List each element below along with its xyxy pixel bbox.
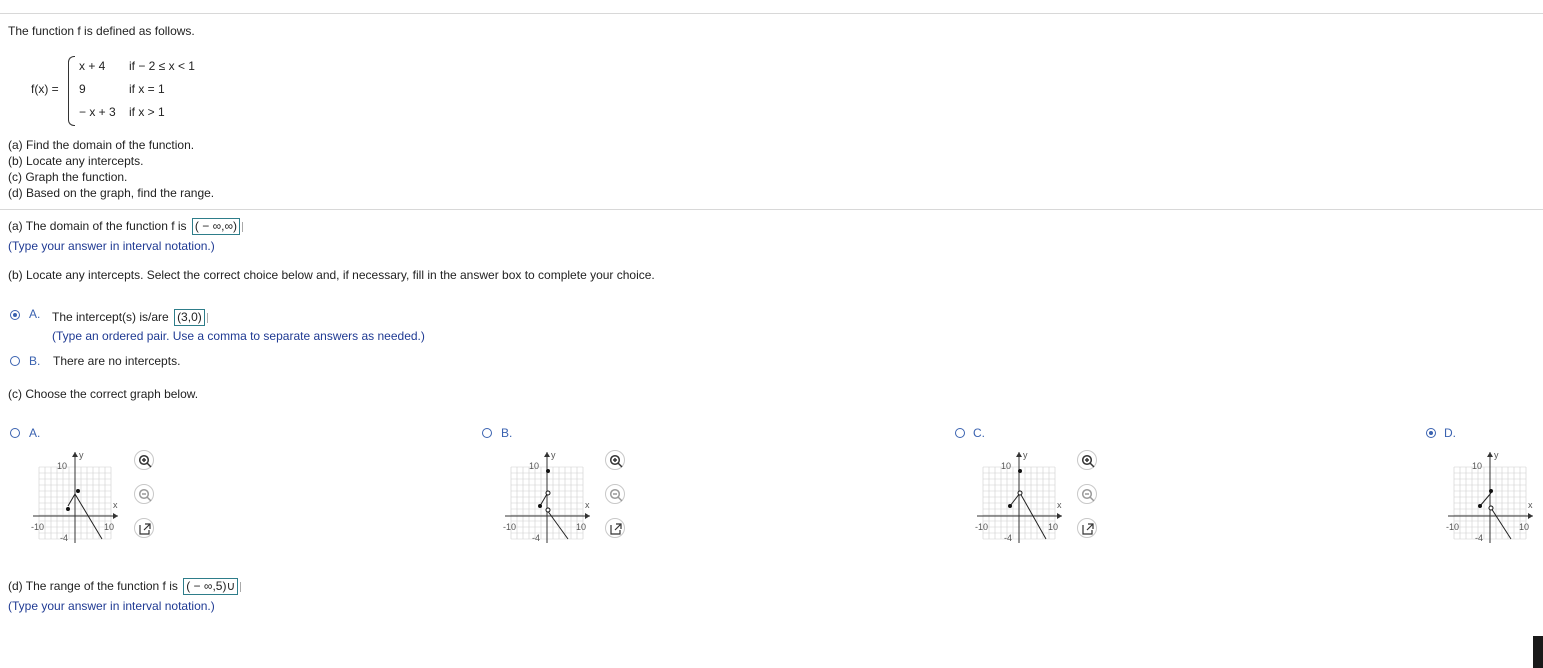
intercept-choice-b-text: There are no intercepts. bbox=[53, 354, 181, 368]
piece-2-expr: 9 bbox=[79, 82, 86, 96]
graph-a-ymin: -4 bbox=[60, 533, 69, 543]
part-a-prompt: (a) The domain of the function f is bbox=[8, 219, 187, 233]
graph-c bbox=[977, 452, 1062, 543]
graph-c-xmin: -10 bbox=[975, 522, 989, 532]
part-b-prompt: (b) Locate any intercepts. Select the co… bbox=[8, 268, 655, 282]
graph-d-yname: y bbox=[1494, 450, 1499, 460]
graph-d-xname: x bbox=[1528, 500, 1533, 510]
graph-b-popout-button[interactable] bbox=[605, 518, 625, 538]
graph-a-popout-button[interactable] bbox=[134, 518, 154, 538]
graph-a-xname: x bbox=[113, 500, 118, 510]
part-d-hint: (Type your answer in interval notation.) bbox=[8, 599, 215, 613]
zoom-out-icon bbox=[138, 488, 152, 502]
graph-choice-d-radio[interactable] bbox=[1426, 428, 1436, 438]
graph-a-zoom-in-button[interactable] bbox=[134, 450, 154, 470]
piece-1-expr: x + 4 bbox=[79, 59, 106, 73]
graph-c-zoom-in-button[interactable] bbox=[1077, 450, 1097, 470]
part-d-prompt: (d) The range of the function f is bbox=[8, 579, 178, 593]
zoom-out-icon bbox=[609, 488, 623, 502]
graph-choice-d-letter: D. bbox=[1444, 426, 1456, 440]
graph-choice-c-radio[interactable] bbox=[955, 428, 965, 438]
graph-d bbox=[1448, 452, 1533, 543]
zoom-in-icon bbox=[609, 454, 623, 468]
intercept-choice-a-letter: A. bbox=[29, 307, 41, 321]
piece-3-expr: − x + 3 bbox=[79, 105, 116, 119]
graph-a bbox=[33, 452, 118, 543]
intercept-choice-a-radio[interactable] bbox=[10, 310, 20, 320]
intercept-choice-b-radio[interactable] bbox=[10, 356, 20, 366]
piecewise-brace bbox=[68, 56, 75, 126]
task-b: (b) Locate any intercepts. bbox=[8, 154, 144, 168]
zoom-out-icon bbox=[1081, 488, 1095, 502]
graph-choice-b-letter: B. bbox=[501, 426, 513, 440]
graph-a-xmin: -10 bbox=[31, 522, 45, 532]
task-c: (c) Graph the function. bbox=[8, 170, 128, 184]
graph-d-xmin: -10 bbox=[1446, 522, 1460, 532]
intercept-answer-box[interactable]: (3,0) bbox=[174, 309, 205, 326]
range-answer-box[interactable]: ( − ∞,5)∪ bbox=[183, 578, 239, 595]
part-a-row: (a) The domain of the function f is ( − … bbox=[8, 218, 244, 235]
scrollbar-thumb[interactable] bbox=[1533, 636, 1543, 668]
answer-caret bbox=[206, 312, 208, 323]
graph-b-yname: y bbox=[551, 450, 556, 460]
graph-c-popout-button[interactable] bbox=[1077, 518, 1097, 538]
pop-out-icon bbox=[1082, 523, 1094, 535]
intercept-choice-a-hint: (Type an ordered pair. Use a comma to se… bbox=[52, 329, 425, 343]
graph-c-zoom-out-button[interactable] bbox=[1077, 484, 1097, 504]
question-divider bbox=[0, 209, 1543, 210]
intercept-choice-a-text: The intercept(s) is/are bbox=[52, 310, 169, 324]
graph-d-ymax: 10 bbox=[1472, 461, 1483, 471]
intercept-choice-b-letter: B. bbox=[29, 354, 41, 368]
task-d: (d) Based on the graph, find the range. bbox=[8, 186, 215, 200]
graph-d-xmax: 10 bbox=[1519, 522, 1530, 532]
graph-b-xname: x bbox=[585, 500, 590, 510]
part-a-hint: (Type your answer in interval notation.) bbox=[8, 239, 215, 253]
graph-choice-a-letter: A. bbox=[29, 426, 41, 440]
graph-b-xmax: 10 bbox=[576, 522, 587, 532]
graph-c-ymin: -4 bbox=[1004, 533, 1013, 543]
function-lhs: f(x) = bbox=[31, 82, 59, 96]
graph-a-zoom-out-button[interactable] bbox=[134, 484, 154, 504]
piece-3-cond: if x > 1 bbox=[129, 105, 165, 119]
graph-a-ymax: 10 bbox=[57, 461, 68, 471]
answer-caret bbox=[242, 221, 244, 232]
graph-choice-a-radio[interactable] bbox=[10, 428, 20, 438]
graph-b-ymax: 10 bbox=[529, 461, 540, 471]
task-a: (a) Find the domain of the function. bbox=[8, 138, 195, 152]
graph-b-zoom-out-button[interactable] bbox=[605, 484, 625, 504]
top-divider bbox=[0, 13, 1543, 14]
pop-out-icon bbox=[610, 523, 622, 535]
piece-1-cond: if − 2 ≤ x < 1 bbox=[129, 59, 195, 73]
zoom-in-icon bbox=[1081, 454, 1095, 468]
graph-c-xmax: 10 bbox=[1048, 522, 1059, 532]
graph-c-xname: x bbox=[1057, 500, 1062, 510]
answer-caret bbox=[240, 581, 242, 592]
piece-2-cond: if x = 1 bbox=[129, 82, 165, 96]
graph-b bbox=[505, 452, 590, 543]
graph-a-xmax: 10 bbox=[104, 522, 115, 532]
problem-intro: The function f is defined as follows. bbox=[8, 24, 195, 38]
graph-d-ymin: -4 bbox=[1475, 533, 1484, 543]
graph-b-ymin: -4 bbox=[532, 533, 541, 543]
part-d-row: (d) The range of the function f is ( − ∞… bbox=[8, 578, 242, 595]
graph-c-ymax: 10 bbox=[1001, 461, 1012, 471]
graph-choice-c-letter: C. bbox=[973, 426, 985, 440]
domain-answer-box[interactable]: ( − ∞,∞) bbox=[191, 218, 241, 235]
graph-b-zoom-in-button[interactable] bbox=[605, 450, 625, 470]
part-c-prompt: (c) Choose the correct graph below. bbox=[8, 387, 199, 401]
graph-a-yname: y bbox=[79, 450, 84, 460]
intercept-choice-a-row: The intercept(s) is/are (3,0) bbox=[52, 309, 208, 326]
graph-choice-b-radio[interactable] bbox=[482, 428, 492, 438]
pop-out-icon bbox=[139, 523, 151, 535]
zoom-in-icon bbox=[138, 454, 152, 468]
graph-c-yname: y bbox=[1023, 450, 1028, 460]
graph-b-xmin: -10 bbox=[503, 522, 517, 532]
